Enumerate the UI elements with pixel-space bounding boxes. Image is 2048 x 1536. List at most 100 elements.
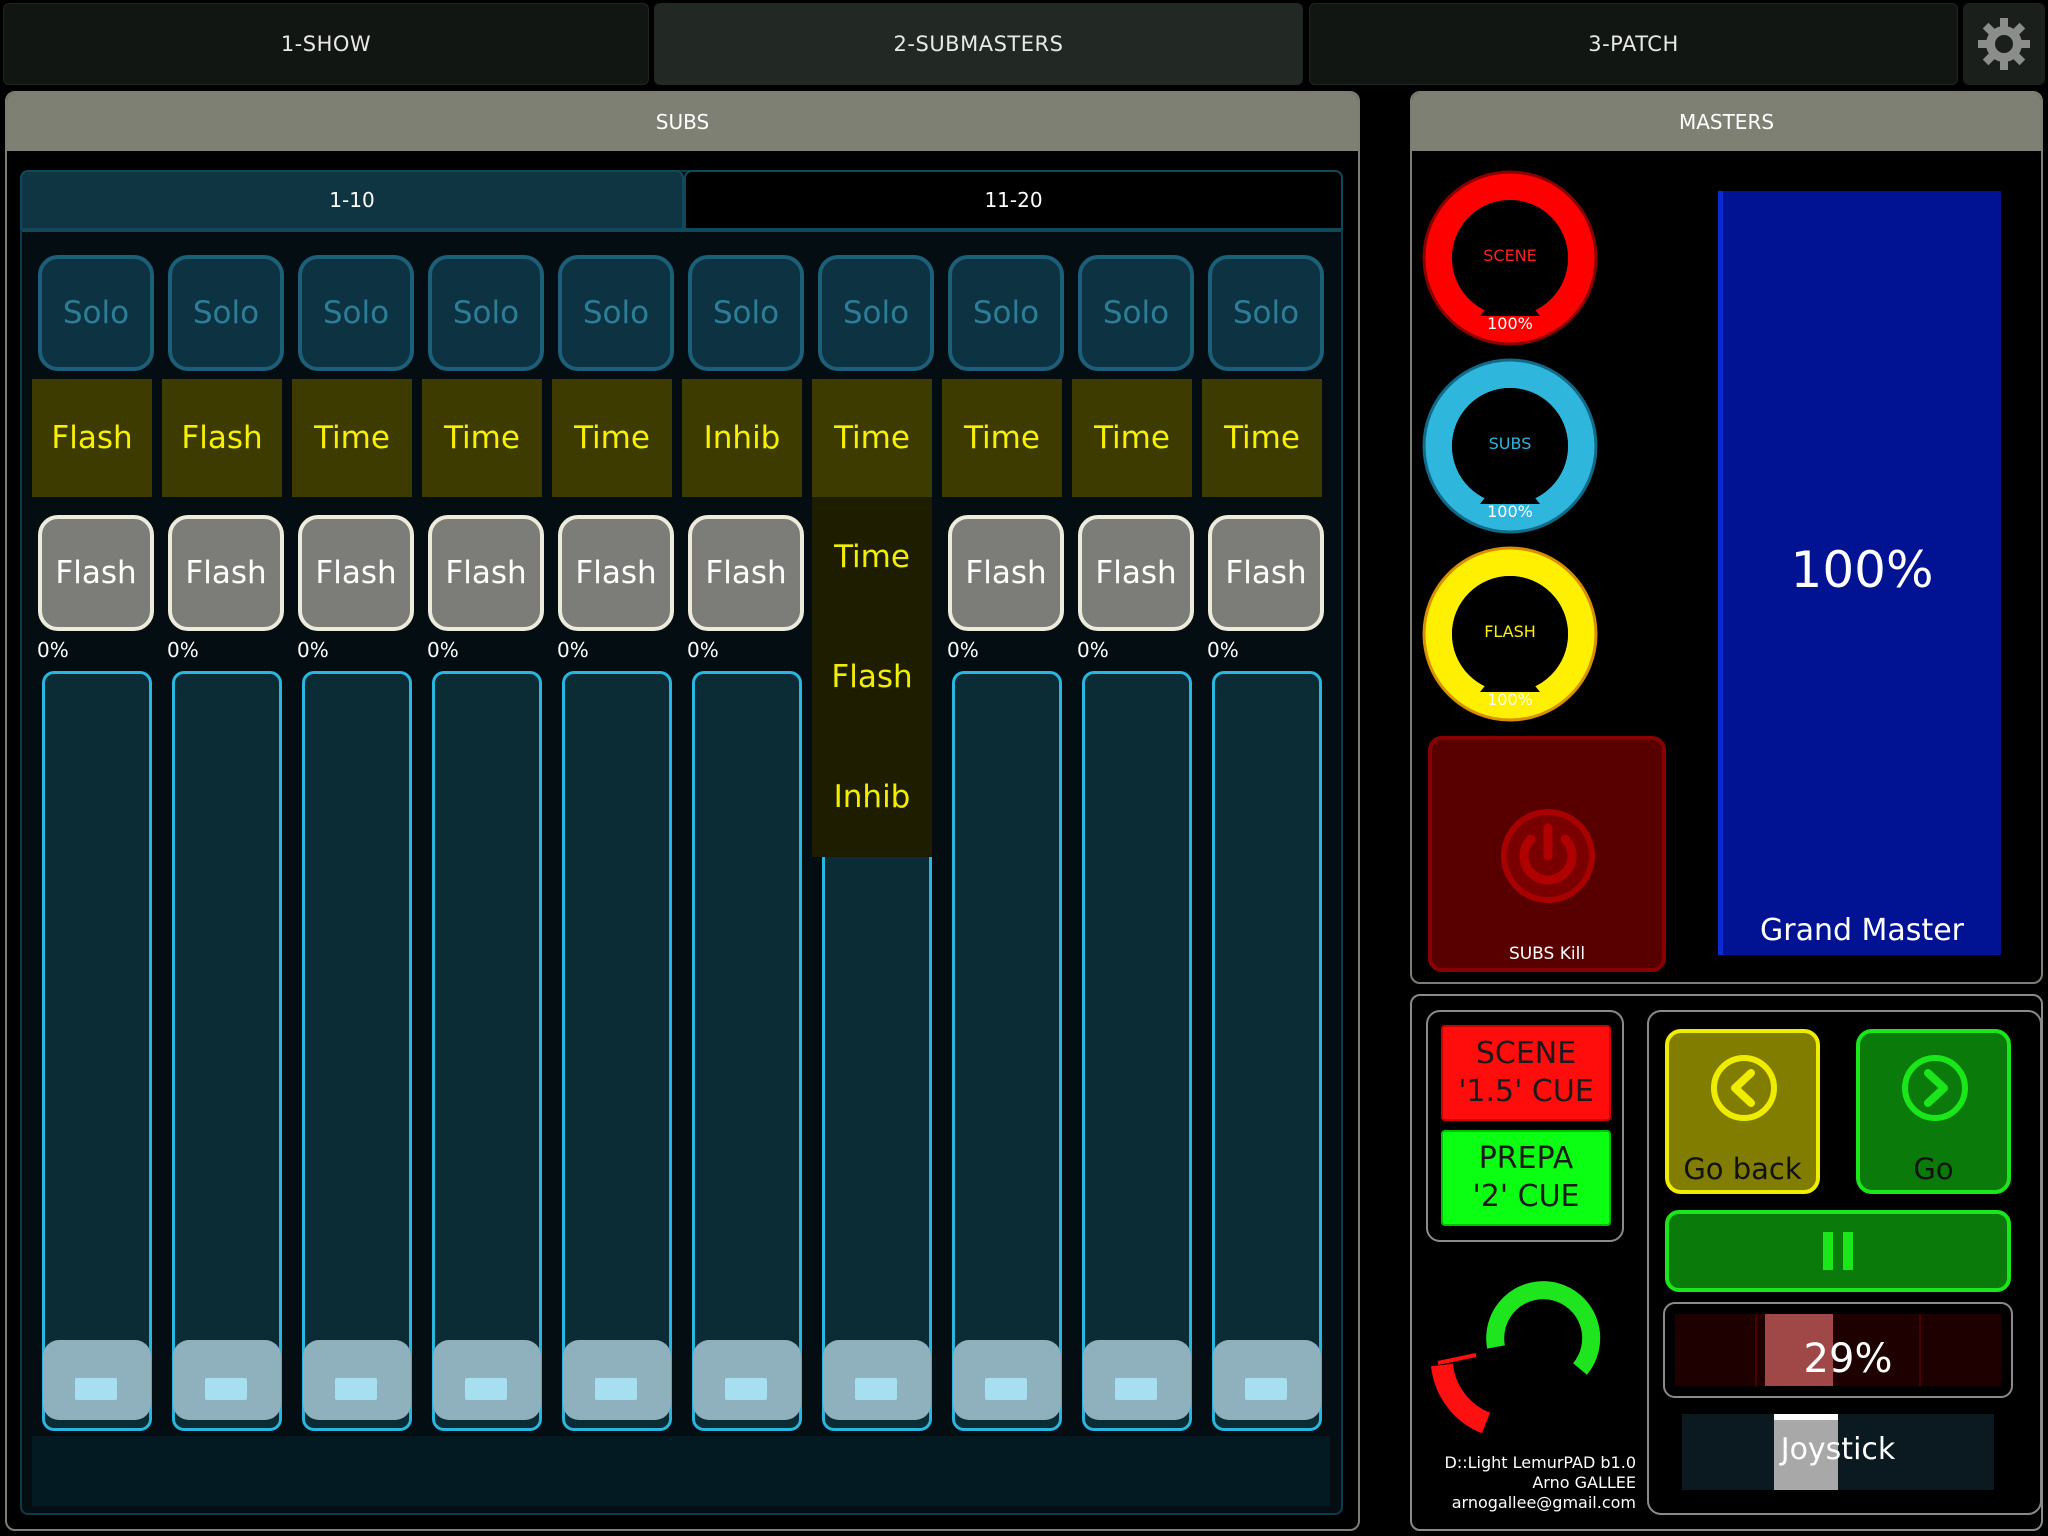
solo-button-7[interactable]: Solo	[818, 255, 934, 371]
fader-handle-5[interactable]	[563, 1340, 671, 1420]
fader-handle-3[interactable]	[303, 1340, 411, 1420]
level-readout-10: 0%	[1207, 638, 1239, 662]
subs-panel-title: SUBS	[7, 93, 1358, 151]
pause-icon	[1823, 1232, 1853, 1270]
sub-fader-4[interactable]	[432, 671, 542, 1431]
scene-ring-label: SCENE	[1483, 246, 1537, 265]
sub-fader-2[interactable]	[172, 671, 282, 1431]
mode-select-6[interactable]: Inhib	[682, 379, 802, 497]
grand-master-label: Grand Master	[1759, 913, 1964, 948]
fader-handle-9[interactable]	[1083, 1340, 1191, 1420]
fader-handle-8[interactable]	[953, 1340, 1061, 1420]
subs-ring-value: 100%	[1487, 502, 1533, 521]
pause-button[interactable]	[1665, 1210, 2011, 1292]
flash-button-6[interactable]: Flash	[688, 515, 804, 631]
joystick-control[interactable]: Joystick	[1682, 1414, 1994, 1490]
mode-select-1[interactable]: Flash	[32, 379, 152, 497]
scene-cue-title: SCENE	[1475, 1036, 1577, 1071]
rate-slider[interactable]: 29%	[1663, 1302, 2013, 1398]
scene-ring-value: 100%	[1487, 314, 1533, 333]
mode-select-8[interactable]: Time	[942, 379, 1062, 497]
flash-button-1[interactable]: Flash	[38, 515, 154, 631]
level-readout-4: 0%	[427, 638, 459, 662]
mode-dropdown-menu[interactable]: Time Flash Inhib	[812, 497, 932, 857]
flash-button-10[interactable]: Flash	[1208, 515, 1324, 631]
fader-handle-7[interactable]	[823, 1340, 931, 1420]
mode-select-10[interactable]: Time	[1202, 379, 1322, 497]
scene-cue-display: SCENE '1.5' CUE	[1441, 1025, 1611, 1121]
solo-button-1[interactable]: Solo	[38, 255, 154, 371]
flash-button-9[interactable]: Flash	[1078, 515, 1194, 631]
level-readout-1: 0%	[37, 638, 69, 662]
joystick-label: Joystick	[1780, 1432, 1896, 1467]
sub-fader-8[interactable]	[952, 671, 1062, 1431]
flash-ring-label: FLASH	[1484, 622, 1536, 641]
sub-fader-10[interactable]	[1212, 671, 1322, 1431]
rate-value: 29%	[1803, 1336, 1893, 1382]
flash-button-5[interactable]: Flash	[558, 515, 674, 631]
solo-button-2[interactable]: Solo	[168, 255, 284, 371]
dropdown-option-time[interactable]: Time	[812, 539, 932, 575]
chevron-right-icon	[1902, 1055, 1968, 1121]
gear-icon	[1978, 18, 2030, 70]
tab-submasters[interactable]: 2-SUBMASTERS	[654, 3, 1303, 85]
fader-handle-6[interactable]	[693, 1340, 801, 1420]
chevron-left-icon	[1711, 1055, 1777, 1121]
dropdown-option-flash[interactable]: Flash	[812, 659, 932, 695]
solo-button-5[interactable]: Solo	[558, 255, 674, 371]
grand-master-value: 100%	[1790, 541, 1934, 599]
go-back-button[interactable]: Go back	[1665, 1029, 1820, 1194]
solo-button-3[interactable]: Solo	[298, 255, 414, 371]
flash-button-4[interactable]: Flash	[428, 515, 544, 631]
level-readout-2: 0%	[167, 638, 199, 662]
fader-handle-10[interactable]	[1213, 1340, 1321, 1420]
scene-master-ring[interactable]: SCENE 100%	[1422, 170, 1598, 346]
solo-button-6[interactable]: Solo	[688, 255, 804, 371]
tab-patch[interactable]: 3-PATCH	[1309, 3, 1958, 85]
go-button[interactable]: Go	[1856, 1029, 2011, 1194]
sub-fader-6[interactable]	[692, 671, 802, 1431]
tab-show[interactable]: 1-SHOW	[3, 3, 649, 85]
level-readout-6: 0%	[687, 638, 719, 662]
flash-button-8[interactable]: Flash	[948, 515, 1064, 631]
flash-master-ring[interactable]: FLASH 100%	[1422, 546, 1598, 722]
flash-button-2[interactable]: Flash	[168, 515, 284, 631]
sub-fader-9[interactable]	[1082, 671, 1192, 1431]
solo-button-9[interactable]: Solo	[1078, 255, 1194, 371]
subs-ring-label: SUBS	[1488, 434, 1532, 453]
credits: D::Light LemurPAD b1.0 Arno GALLEE arnog…	[1380, 1453, 1636, 1513]
mode-select-7[interactable]: Time	[812, 379, 932, 497]
page-tab-divider	[22, 229, 1341, 232]
power-icon	[1501, 809, 1595, 903]
page-tab-11-20[interactable]: 11-20	[684, 170, 1343, 230]
solo-button-4[interactable]: Solo	[428, 255, 544, 371]
subs-kill-label: SUBS Kill	[1508, 944, 1586, 964]
mode-select-4[interactable]: Time	[422, 379, 542, 497]
mode-select-5[interactable]: Time	[552, 379, 672, 497]
fader-handle-2[interactable]	[173, 1340, 281, 1420]
subs-master-ring[interactable]: SUBS 100%	[1422, 358, 1598, 534]
level-readout-8: 0%	[947, 638, 979, 662]
prepa-cue-number: '2' CUE	[1472, 1179, 1580, 1214]
credits-author: Arno GALLEE	[1532, 1473, 1636, 1492]
flash-button-3[interactable]: Flash	[298, 515, 414, 631]
solo-button-8[interactable]: Solo	[948, 255, 1064, 371]
page-tab-1-10[interactable]: 1-10	[20, 170, 684, 230]
sub-fader-1[interactable]	[42, 671, 152, 1431]
grand-master-fader[interactable]: 100% Grand Master	[1718, 191, 2001, 955]
dropdown-option-inhib[interactable]: Inhib	[812, 779, 932, 815]
sub-fader-3[interactable]	[302, 671, 412, 1431]
solo-button-10[interactable]: Solo	[1208, 255, 1324, 371]
mode-select-3[interactable]: Time	[292, 379, 412, 497]
mode-select-2[interactable]: Flash	[162, 379, 282, 497]
fader-handle-1[interactable]	[43, 1340, 151, 1420]
masters-panel-title: MASTERS	[1412, 93, 2041, 151]
settings-button[interactable]	[1963, 3, 2045, 85]
sub-fader-5[interactable]	[562, 671, 672, 1431]
prepa-cue-title: PREPA	[1478, 1141, 1574, 1176]
subs-kill-button[interactable]: SUBS Kill	[1428, 736, 1666, 972]
mode-select-9[interactable]: Time	[1072, 379, 1192, 497]
fader-handle-4[interactable]	[433, 1340, 541, 1420]
go-back-label: Go back	[1683, 1152, 1802, 1186]
prepa-cue-display: PREPA '2' CUE	[1441, 1130, 1611, 1226]
